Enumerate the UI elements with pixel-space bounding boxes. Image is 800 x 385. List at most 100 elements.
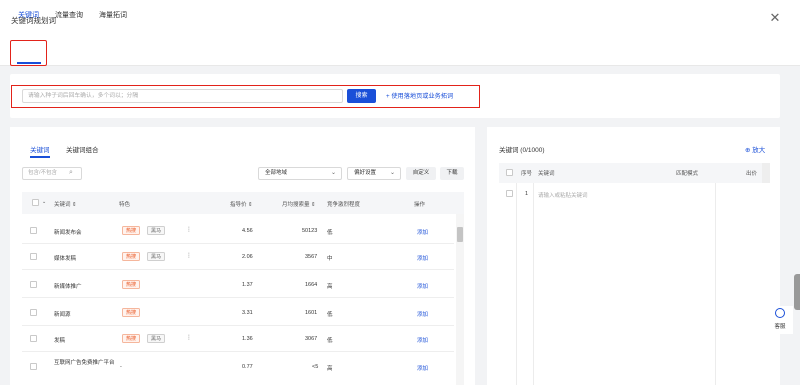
column-action: 操作: [414, 202, 426, 208]
row-checkbox[interactable]: [30, 227, 37, 234]
volume-cell: 3567: [305, 254, 318, 260]
tab-mass-expansion[interactable]: 海量拓词: [99, 10, 127, 20]
tab-highlight-box: [10, 40, 47, 66]
hot-tag: 热搜: [122, 308, 141, 317]
row-checkbox[interactable]: [30, 335, 37, 342]
column-divider: [516, 183, 517, 385]
price-cell: 1.36: [242, 336, 253, 342]
add-keyword-link[interactable]: 添加: [417, 282, 428, 290]
hot-tag: 热搜: [122, 226, 141, 235]
add-keyword-link[interactable]: 添加: [417, 228, 428, 236]
chevron-down-icon[interactable]: ⌄: [42, 199, 46, 205]
add-keyword-link[interactable]: 添加: [417, 310, 428, 318]
more-icon[interactable]: ⋮: [186, 226, 192, 233]
zoom-button[interactable]: ⊕ 放大: [745, 144, 765, 154]
region-select-value: 全部地域: [265, 170, 288, 176]
column-divider: [715, 183, 716, 385]
row-divider: [22, 297, 454, 298]
add-keyword-link[interactable]: 添加: [417, 336, 428, 344]
volume-cell: 50123: [302, 228, 318, 234]
search-icon[interactable]: ⌕: [69, 169, 73, 177]
column-index: 序号: [521, 171, 533, 177]
subtab-keyword-combinations[interactable]: 关键词组合: [66, 144, 99, 154]
column-competition: 竞争激烈程度: [327, 202, 361, 208]
table-scrollbar-thumb[interactable]: [457, 227, 463, 242]
volume-cell: 1664: [305, 282, 318, 288]
competition-cell: 高: [327, 366, 333, 372]
row-divider: [22, 269, 454, 270]
keyword-cell: 媒体发稿: [54, 256, 77, 262]
column-divider: [533, 183, 534, 385]
column-monthly-volume[interactable]: 月均搜索量 ⇕: [282, 200, 316, 208]
selected-table-scrollbar[interactable]: [762, 163, 770, 183]
add-keyword-link[interactable]: 添加: [417, 364, 428, 372]
competition-cell: 低: [327, 230, 333, 236]
price-cell: 2.06: [242, 254, 253, 260]
keyword-cell: 新闻发布会: [54, 230, 82, 236]
dark-horse-tag: 黑马: [147, 252, 166, 261]
price-cell: 4.56: [242, 228, 253, 234]
competition-cell: 低: [327, 312, 333, 318]
column-guide-price[interactable]: 指导价 ⇕: [230, 200, 253, 208]
row-index: 1: [525, 191, 529, 197]
column-keyword: 关键词: [538, 171, 555, 177]
competition-cell: 中: [327, 256, 333, 262]
tab-traffic-query[interactable]: 流量查询: [55, 10, 83, 20]
row-divider: [22, 325, 454, 326]
row-divider: [22, 243, 454, 244]
column-bid: 出价: [746, 171, 758, 177]
customer-service-button[interactable]: 客服: [767, 306, 793, 334]
search-highlight-box: [11, 85, 480, 108]
region-select[interactable]: 全部地域 ⌄: [258, 167, 342, 180]
volume-cell: <5: [312, 364, 319, 370]
include-exclude-filter-input[interactable]: 包含/不包含: [22, 167, 82, 180]
row-checkbox[interactable]: [30, 281, 37, 288]
volume-cell: 1601: [305, 310, 318, 316]
select-all-checkbox[interactable]: [32, 199, 39, 206]
download-button[interactable]: 下载: [440, 167, 464, 180]
keyword-cell: 新媒体推广: [54, 284, 82, 290]
dark-horse-tag: 黑马: [147, 334, 166, 343]
hot-tag: 热搜: [122, 280, 141, 289]
selected-keywords-title: 关键词 (0/1000): [499, 147, 545, 154]
keyword-paste-input[interactable]: 请输入或粘贴关键词: [538, 191, 588, 199]
row-divider: [22, 351, 454, 352]
column-keyword[interactable]: 关键词 ⇕: [54, 200, 77, 208]
add-keyword-link[interactable]: 添加: [417, 254, 428, 262]
zoom-in-icon: ⊕: [745, 147, 751, 154]
customer-service-label: 客服: [774, 324, 786, 330]
features-empty-cell: -: [120, 364, 122, 370]
preference-select-value: 偏好设置: [354, 170, 377, 176]
price-cell: 0.77: [242, 364, 253, 370]
close-icon[interactable]: ✕: [768, 11, 782, 25]
row-checkbox[interactable]: [30, 253, 37, 260]
subtab-keywords[interactable]: 关键词: [30, 144, 50, 154]
keyword-cell: 新闻源: [54, 312, 71, 318]
price-cell: 1.37: [242, 282, 253, 288]
competition-cell: 低: [327, 338, 333, 344]
subtab-active-indicator: [30, 156, 50, 158]
headset-icon: [775, 308, 785, 318]
competition-cell: 高: [327, 284, 333, 290]
select-all-checkbox[interactable]: [506, 169, 513, 176]
row-checkbox[interactable]: [30, 309, 37, 316]
custom-columns-button[interactable]: 自定义: [406, 167, 436, 180]
zoom-label: 放大: [752, 147, 766, 154]
column-match-mode: 匹配模式: [676, 171, 699, 177]
dark-horse-tag: 黑马: [147, 226, 166, 235]
keyword-cell: 发稿: [54, 338, 66, 344]
tab-bar: [0, 38, 800, 66]
row-checkbox[interactable]: [506, 190, 513, 197]
side-handle[interactable]: [794, 274, 800, 310]
price-cell: 3.31: [242, 310, 253, 316]
row-checkbox[interactable]: [30, 363, 37, 370]
hot-tag: 热搜: [122, 252, 141, 261]
preference-settings-select[interactable]: 偏好设置 ⌄: [347, 167, 401, 180]
more-icon[interactable]: ⋮: [186, 252, 192, 259]
volume-cell: 3067: [305, 336, 318, 342]
column-features: 特色: [119, 202, 131, 208]
hot-tag: 热搜: [122, 334, 141, 343]
chevron-down-icon: ⌄: [389, 170, 395, 176]
more-icon[interactable]: ⋮: [186, 334, 192, 341]
tab-keywords[interactable]: 关键词: [18, 10, 39, 20]
